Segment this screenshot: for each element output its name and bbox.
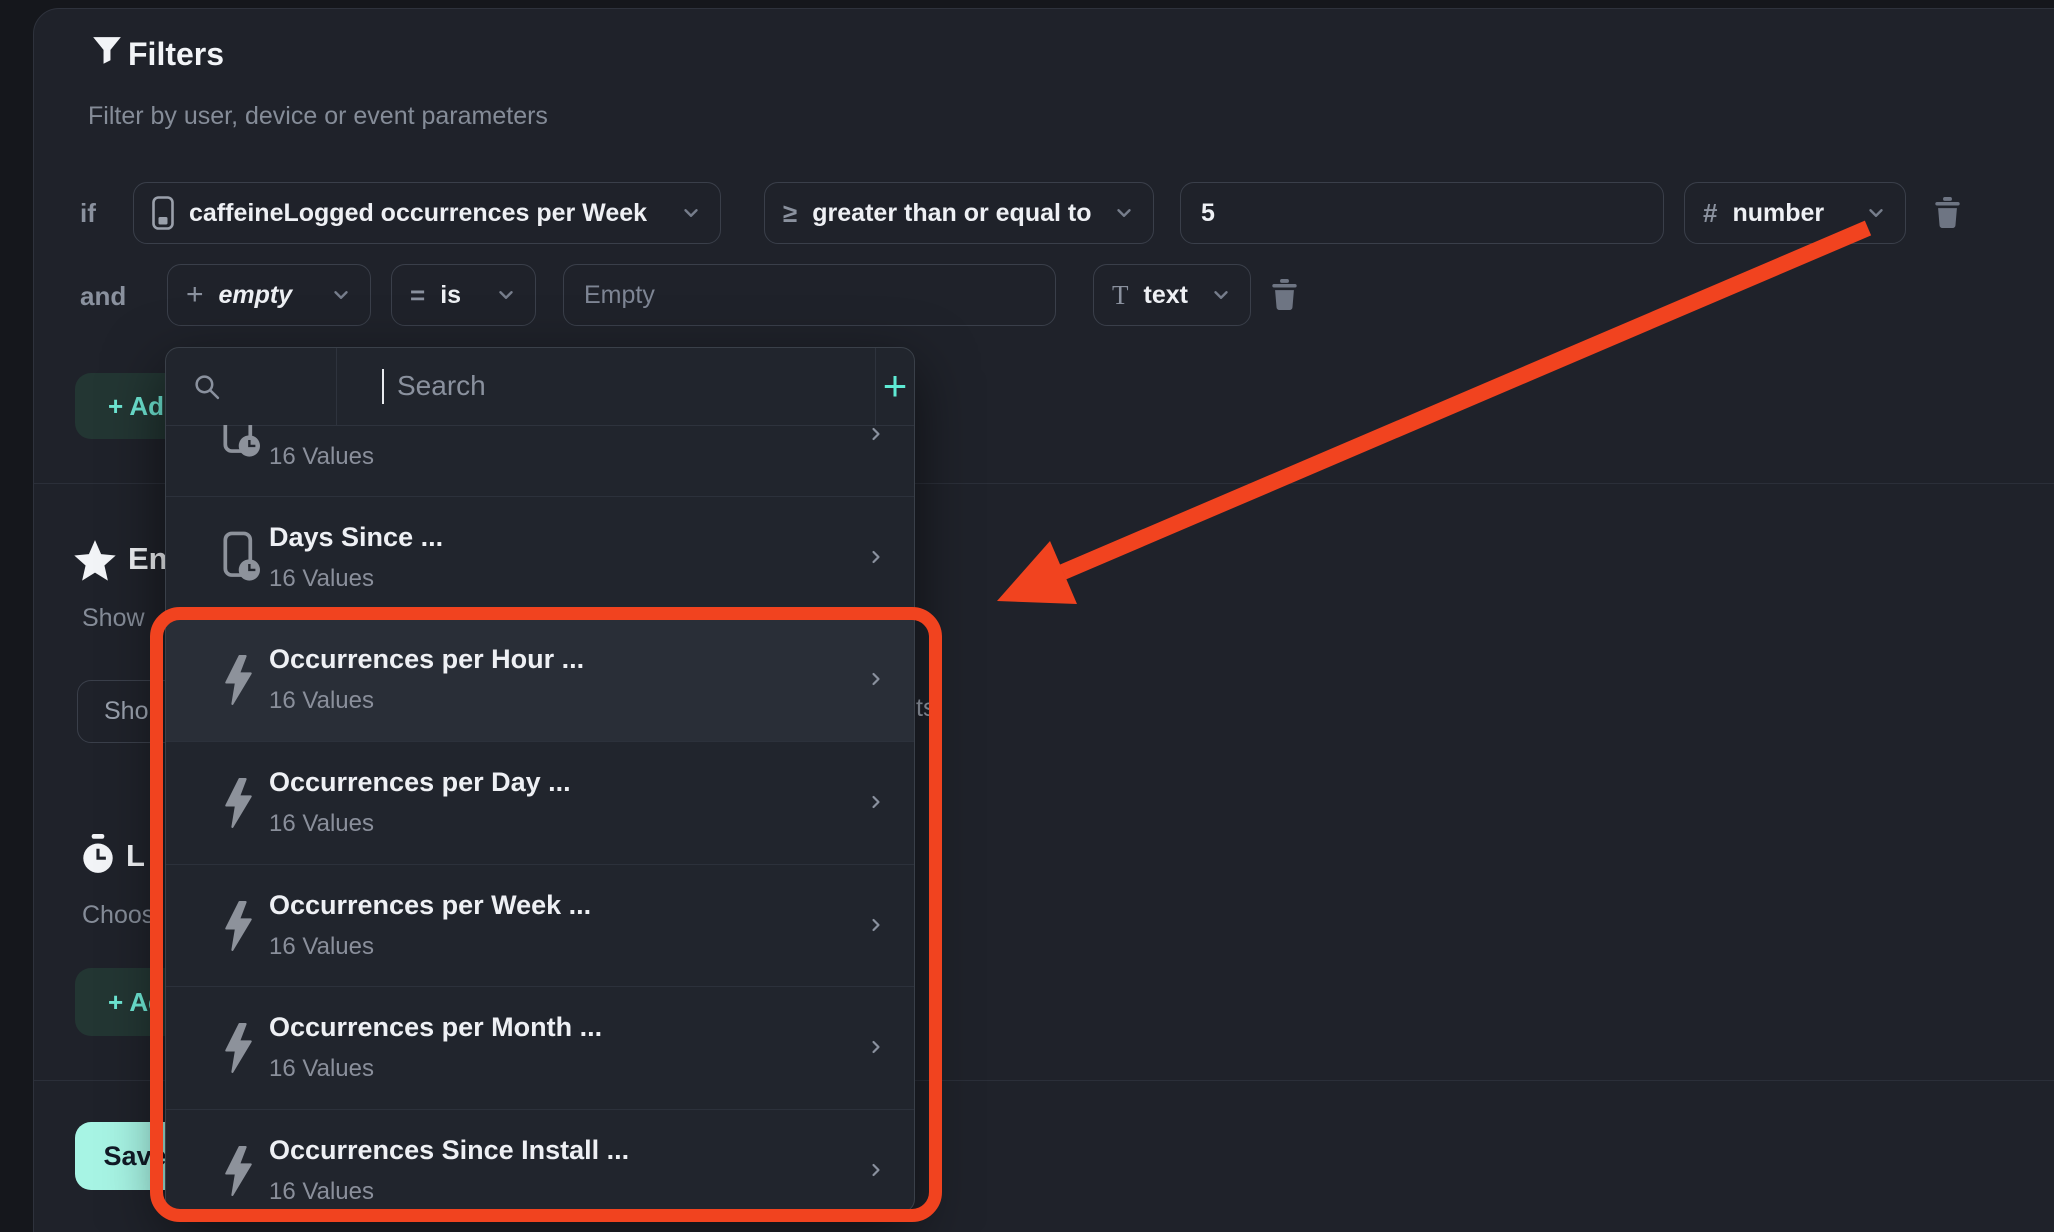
row1-operator-dropdown[interactable]: ≥ greater than or equal to (764, 182, 1154, 244)
chevron-down-icon (680, 202, 702, 224)
star-icon (72, 540, 118, 584)
chevron-right-icon (866, 425, 886, 444)
row2-value-input[interactable] (564, 265, 1055, 325)
chevron-down-icon (495, 284, 517, 306)
list-item-occurrences-per-week[interactable]: Occurrences per Week ... 16 Values (166, 864, 914, 987)
text-caret (382, 369, 384, 404)
filter-funnel-icon (92, 36, 122, 66)
chevron-right-icon (866, 1037, 886, 1057)
chevron-right-icon (866, 792, 886, 812)
chevron-down-icon (330, 284, 352, 306)
search-input[interactable] (337, 348, 875, 424)
list-item-title: Occurrences per Week ... (269, 890, 591, 921)
row2-type-dropdown[interactable]: T text (1093, 264, 1251, 326)
list-item-partial[interactable]: 16 Values (166, 425, 914, 496)
row2-field-label: empty (219, 281, 293, 310)
list-item-values: 16 Values (269, 810, 374, 838)
list-item-days-since[interactable]: Days Since ... 16 Values (166, 496, 914, 619)
section3-description: Choos (82, 901, 154, 930)
row1-field-label: caffeineLogged occurrences per Week (189, 199, 647, 228)
list-item-values: 16 Values (269, 687, 374, 715)
popup-search-row: + (166, 348, 914, 426)
chevron-right-icon (866, 547, 886, 567)
lightning-icon (223, 655, 254, 706)
device-icon (152, 196, 174, 230)
chevron-right-icon (866, 1160, 886, 1180)
list-item-values: 16 Values (269, 443, 374, 471)
device-clock-icon (223, 531, 260, 583)
list-item-title: Occurrences per Day ... (269, 767, 571, 798)
partial-glyph (158, 846, 162, 869)
search-icon (193, 373, 220, 400)
chevron-right-icon (866, 669, 886, 689)
list-item-title: Occurrences per Hour ... (269, 644, 584, 675)
list-item-values: 16 Values (269, 1055, 374, 1083)
equals-icon: = (410, 280, 425, 311)
screen: Filters Filter by user, device or event … (0, 0, 2054, 1232)
filters-subtitle: Filter by user, device or event paramete… (88, 102, 548, 131)
text-type-icon: T (1112, 280, 1129, 311)
row1-type-label: number (1732, 199, 1824, 228)
plus-icon: + (186, 278, 204, 312)
list-item-title: Days Since ... (269, 522, 443, 553)
row1-operator-label: greater than or equal to (812, 199, 1091, 228)
lightning-icon (223, 1023, 254, 1074)
chevron-down-icon (1210, 284, 1232, 306)
row2-field-dropdown[interactable]: + empty (167, 264, 371, 326)
row1-value-input[interactable] (1181, 183, 1663, 243)
row1-value-fieldbox (1180, 182, 1664, 244)
chevron-down-icon (1113, 202, 1135, 224)
occluded-text-fragment: ts (916, 694, 935, 723)
list-item-occurrences-per-month[interactable]: Occurrences per Month ... 16 Values (166, 986, 914, 1110)
page-title: Filters (128, 36, 224, 73)
device-clock-icon (223, 425, 260, 459)
row2-value-fieldbox (563, 264, 1056, 326)
section2-description: Show (82, 604, 145, 633)
list-item-values: 16 Values (269, 565, 374, 593)
row2-type-label: text (1144, 281, 1188, 310)
lightning-icon (223, 901, 254, 952)
section2-heading: En (128, 541, 168, 577)
chevron-right-icon (866, 915, 886, 935)
list-item-values: 16 Values (269, 1178, 374, 1206)
property-picker-popup: + 16 Values Days Since ... 16 Values Occ… (165, 347, 915, 1213)
section3-heading: L (126, 838, 145, 874)
number-type-icon: # (1703, 198, 1717, 229)
list-item-values: 16 Values (269, 933, 374, 961)
row2-delete-trash-icon[interactable] (1271, 279, 1298, 310)
gte-icon: ≥ (783, 198, 797, 229)
row1-field-dropdown[interactable]: caffeineLogged occurrences per Week (133, 182, 721, 244)
list-item-occurrences-since-install[interactable]: Occurrences Since Install ... 16 Values (166, 1109, 914, 1214)
stopwatch-icon (80, 834, 116, 876)
add-property-button[interactable]: + (875, 348, 915, 424)
list-item-occurrences-per-hour[interactable]: Occurrences per Hour ... 16 Values (166, 618, 914, 742)
row2-operator-label: is (440, 281, 461, 310)
row2-operator-dropdown[interactable]: = is (391, 264, 536, 326)
row1-prefix: if (80, 182, 96, 244)
list-item-title: Occurrences per Month ... (269, 1012, 602, 1043)
list-item-title: Occurrences Since Install ... (269, 1135, 629, 1166)
chevron-down-icon (1865, 202, 1887, 224)
lightning-icon (223, 1146, 254, 1197)
row1-type-dropdown[interactable]: # number (1684, 182, 1906, 244)
list-item-occurrences-per-day[interactable]: Occurrences per Day ... 16 Values (166, 741, 914, 865)
row2-prefix: and (80, 265, 126, 327)
row1-delete-trash-icon[interactable] (1934, 197, 1961, 228)
lightning-icon (223, 778, 254, 829)
